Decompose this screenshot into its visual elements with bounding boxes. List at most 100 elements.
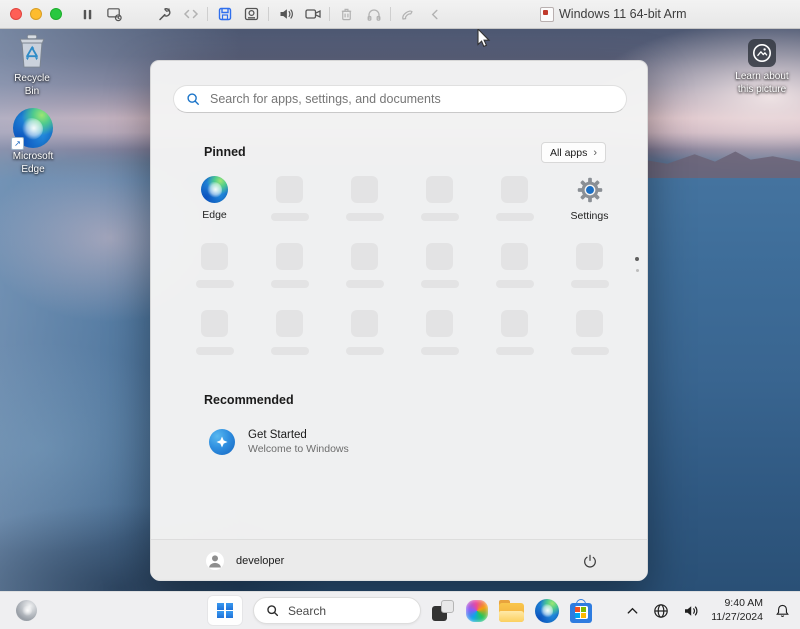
hidden-icons-button[interactable] — [624, 603, 641, 619]
pinned-placeholder — [402, 173, 477, 240]
console-button[interactable] — [177, 3, 204, 25]
start-menu-search-box[interactable] — [173, 85, 627, 113]
microsoft-store-button[interactable] — [570, 603, 592, 623]
phone-icon — [400, 7, 415, 22]
collapse-toolbar-button[interactable] — [421, 3, 448, 25]
minimize-window-button[interactable] — [30, 8, 42, 20]
vm-document-icon — [540, 7, 554, 22]
tray-time: 9:40 AM — [711, 597, 763, 611]
pinned-placeholder — [402, 240, 477, 307]
pinned-placeholder — [477, 240, 552, 307]
snapshot-icon — [106, 6, 123, 22]
settings-gear-icon — [576, 176, 604, 204]
windows-desktop: Recycle Bin ↗ Microsoft Edge Learn about… — [0, 28, 800, 592]
wrench-icon — [156, 6, 172, 22]
vm-window-titlebar: Windows 11 64-bit Arm — [0, 0, 800, 29]
audio-device-button[interactable] — [360, 3, 387, 25]
edge-app-label: Edge — [202, 209, 227, 221]
volume-icon — [683, 603, 699, 619]
page-dot-active[interactable] — [635, 257, 639, 261]
recycle-bin-label: Recycle Bin — [6, 73, 58, 98]
sound-button[interactable] — [272, 3, 299, 25]
drive-icon — [243, 6, 260, 22]
zoom-window-button[interactable] — [50, 8, 62, 20]
recycle-bin-icon — [15, 32, 49, 70]
start-button[interactable] — [208, 596, 242, 625]
close-window-button[interactable] — [10, 8, 22, 20]
power-icon — [582, 553, 598, 569]
code-icon — [183, 7, 199, 21]
notification-center-button[interactable] — [773, 601, 792, 620]
edge-icon — [201, 176, 228, 203]
power-button[interactable] — [577, 548, 603, 574]
pinned-placeholder — [252, 307, 327, 374]
pinned-placeholder — [252, 173, 327, 240]
camera-button[interactable] — [299, 3, 326, 25]
search-icon — [186, 92, 200, 106]
chevron-right-icon: › — [593, 147, 597, 159]
settings-app-label: Settings — [571, 210, 609, 222]
disk-icon — [217, 6, 233, 22]
hard-disk-button[interactable] — [211, 3, 238, 25]
start-menu: Pinned All apps › Edge — [150, 60, 648, 580]
speaker-icon — [278, 6, 294, 22]
pinned-placeholder — [177, 240, 252, 307]
shortcut-arrow-icon: ↗ — [11, 137, 24, 150]
pinned-placeholder — [402, 307, 477, 374]
recommended-get-started[interactable]: Get Started Welcome to Windows — [199, 423, 359, 461]
pinned-placeholder — [252, 240, 327, 307]
picture-info-icon — [747, 38, 777, 68]
search-icon — [266, 604, 279, 617]
pinned-placeholder — [477, 307, 552, 374]
desktop-icon-learn-about-picture[interactable]: Learn about this picture — [729, 38, 795, 96]
pinned-page-indicator[interactable] — [635, 257, 639, 272]
pause-vm-button[interactable] — [74, 3, 101, 25]
pinned-placeholder — [327, 307, 402, 374]
snapshots-button[interactable] — [101, 3, 128, 25]
window-title: Windows 11 64-bit Arm — [540, 0, 687, 28]
tray-date: 11/27/2024 — [711, 611, 763, 625]
trash-icon — [339, 7, 354, 22]
wallpaper-mountains — [630, 144, 800, 178]
call-button[interactable] — [394, 3, 421, 25]
pause-icon — [80, 7, 95, 22]
get-started-subtitle: Welcome to Windows — [248, 443, 349, 455]
pinned-app-settings[interactable]: Settings — [552, 173, 627, 240]
system-tray: 9:40 AM 11/27/2024 — [624, 592, 792, 629]
search-input[interactable] — [208, 91, 614, 107]
cd-drive-button[interactable] — [238, 3, 265, 25]
usb-button[interactable] — [333, 3, 360, 25]
task-view-button[interactable] — [432, 599, 455, 622]
widgets-button[interactable] — [16, 600, 37, 621]
copilot-button[interactable] — [466, 600, 488, 622]
pinned-apps-grid: Edge — [177, 173, 627, 374]
notifications-bell-icon — [775, 603, 790, 618]
file-explorer-button[interactable] — [499, 603, 524, 622]
user-name-label: developer — [236, 555, 284, 567]
settings-wrench-button[interactable] — [150, 3, 177, 25]
camera-icon — [304, 7, 322, 21]
edge-taskbar-button[interactable] — [535, 599, 559, 623]
user-account-button[interactable]: developer — [206, 552, 284, 570]
page-dot[interactable] — [636, 269, 639, 272]
desktop-icon-microsoft-edge[interactable]: ↗ Microsoft Edge — [8, 108, 58, 176]
network-button[interactable] — [651, 601, 671, 621]
clock[interactable]: 9:40 AM 11/27/2024 — [711, 597, 763, 624]
start-menu-footer: developer — [151, 539, 647, 581]
all-apps-label: All apps — [550, 147, 587, 159]
pinned-placeholder — [327, 173, 402, 240]
pinned-app-edge[interactable]: Edge — [177, 173, 252, 240]
all-apps-button[interactable]: All apps › — [541, 142, 606, 163]
pinned-placeholder — [477, 173, 552, 240]
volume-button[interactable] — [681, 601, 701, 621]
taskbar: Search — [0, 591, 800, 629]
learn-about-picture-label: Learn about this picture — [731, 71, 793, 96]
chevron-up-icon — [626, 605, 639, 617]
desktop-icon-recycle-bin[interactable]: Recycle Bin — [6, 32, 58, 98]
pinned-section-title: Pinned — [204, 145, 246, 159]
recommended-section-title: Recommended — [204, 393, 294, 407]
taskbar-search-box[interactable]: Search — [253, 597, 421, 624]
pinned-placeholder — [552, 307, 627, 374]
taskbar-search-label: Search — [288, 604, 326, 618]
window-title-text: Windows 11 64-bit Arm — [559, 7, 687, 21]
